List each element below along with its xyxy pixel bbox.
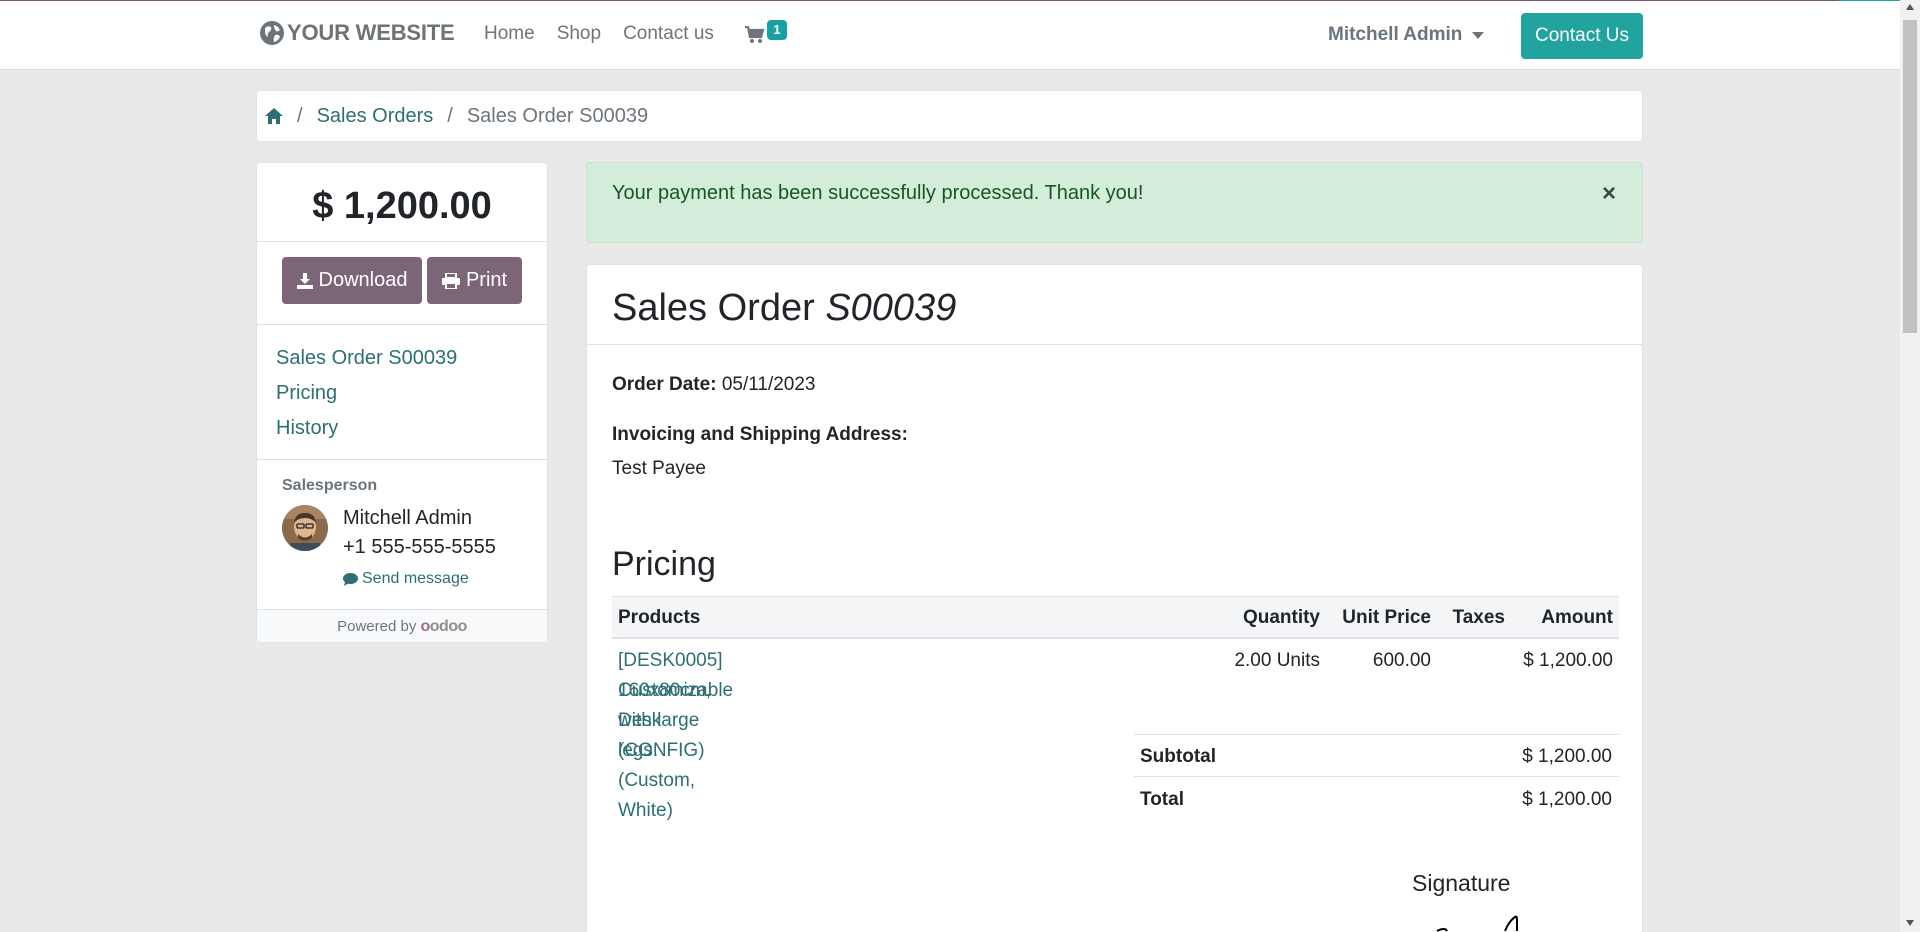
- top-navbar: YOUR WEBSITE Home Shop Contact us 1 Mitc…: [0, 1, 1900, 70]
- nav-shop[interactable]: Shop: [557, 23, 601, 45]
- breadcrumb-current: Sales Order S00039: [466, 104, 649, 127]
- salesperson-name: Mitchell Admin: [343, 507, 472, 529]
- pricing-heading: Pricing: [612, 545, 716, 583]
- odoo-brand-text: odoo: [429, 618, 468, 635]
- cart-link[interactable]: 1: [745, 20, 795, 50]
- col-amount: Amount: [1541, 607, 1613, 628]
- total-label: Total: [1140, 789, 1184, 810]
- alert-message: Your payment has been successfully proce…: [612, 182, 1144, 204]
- print-button[interactable]: Print: [427, 257, 522, 304]
- table-row: [DESK0005] Customizable Desk (CONFIG) (C…: [612, 639, 1619, 821]
- comment-icon: [343, 572, 358, 586]
- scroll-thumb[interactable]: [1903, 20, 1917, 333]
- download-icon: [296, 272, 313, 289]
- sidebar-nav-pricing[interactable]: Pricing: [276, 382, 337, 405]
- signature-image: [1436, 915, 1518, 932]
- caret-down-icon: [1472, 31, 1485, 39]
- nav-contact[interactable]: Contact us: [623, 23, 714, 45]
- globe-icon: [260, 21, 284, 45]
- salesperson-avatar: [282, 505, 328, 551]
- sales-order-card: Sales Order S00039 Order Date: 05/11/202…: [586, 264, 1643, 932]
- order-total-amount: $ 1,200.00: [312, 185, 492, 227]
- total-divider: [1134, 776, 1619, 777]
- send-message-label: Send message: [362, 570, 469, 587]
- salesperson-phone: +1 555-555-5555: [343, 536, 496, 558]
- powered-by-text: Powered by: [337, 618, 417, 635]
- page-scrollbar[interactable]: [1900, 0, 1920, 932]
- card-divider: [587, 344, 1642, 345]
- address-label: Invoicing and Shipping Address:: [612, 424, 908, 445]
- sidebar-divider: [257, 324, 547, 325]
- sidebar-divider: [257, 241, 547, 242]
- line-unit-price: 600.00: [1372, 650, 1431, 671]
- user-menu-toggle[interactable]: Mitchell Admin: [1328, 24, 1485, 46]
- line-quantity: 2.00 Units: [1234, 650, 1320, 671]
- scroll-down-arrow-icon[interactable]: [1906, 920, 1914, 926]
- col-products: Products: [618, 607, 701, 628]
- close-icon[interactable]: ×: [1602, 180, 1616, 208]
- order-sidebar: $ 1,200.00 Download Print Sales Order S0…: [256, 162, 548, 643]
- order-date: Order Date: 05/11/2023: [612, 374, 816, 396]
- nav-home[interactable]: Home: [484, 23, 535, 45]
- breadcrumb-sales-orders[interactable]: Sales Orders: [317, 105, 434, 128]
- sidebar-nav-sales-order[interactable]: Sales Order S00039: [276, 347, 457, 370]
- address-name: Test Payee: [612, 458, 706, 479]
- print-label: Print: [465, 269, 508, 291]
- salesperson-label: Salesperson: [282, 477, 378, 494]
- order-date-label: Order Date:: [612, 374, 717, 395]
- home-icon[interactable]: [265, 108, 283, 124]
- product-name-line2: 160x80cm, with large legs.: [618, 680, 711, 761]
- scroll-up-arrow-icon[interactable]: [1906, 4, 1914, 10]
- line-amount: $ 1,200.00: [1523, 650, 1613, 671]
- col-quantity: Quantity: [1242, 607, 1320, 628]
- powered-by-footer: Powered by oodoo: [257, 609, 547, 642]
- col-unit-price: Unit Price: [1342, 607, 1431, 628]
- order-number: S00039: [825, 287, 957, 329]
- sidebar-nav-history[interactable]: History: [276, 417, 338, 440]
- subtotal-label: Subtotal: [1140, 746, 1216, 767]
- download-button[interactable]: Download: [282, 257, 422, 304]
- main-nav: Home Shop Contact us: [484, 23, 736, 45]
- odoo-logo[interactable]: oodoo: [421, 618, 468, 635]
- signature-label: Signature: [1412, 870, 1511, 896]
- user-name: Mitchell Admin: [1328, 24, 1463, 45]
- site-logo[interactable]: YOUR WEBSITE: [259, 20, 455, 46]
- printer-icon: [441, 272, 460, 289]
- cart-icon: [745, 26, 765, 43]
- contact-us-button[interactable]: Contact Us: [1521, 13, 1643, 59]
- cart-count-badge: 1: [767, 20, 787, 40]
- subtotal-value: $ 1,200.00: [1522, 746, 1612, 767]
- title-prefix: Sales Order: [612, 287, 815, 329]
- sidebar-divider: [257, 459, 547, 460]
- pricing-table-header: Products Quantity Unit Price Taxes Amoun…: [612, 596, 1619, 639]
- order-date-value: 05/11/2023: [721, 374, 816, 395]
- page-title: Sales Order S00039: [612, 287, 956, 330]
- payment-success-alert: Your payment has been successfully proce…: [586, 162, 1643, 243]
- total-value: $ 1,200.00: [1522, 789, 1612, 810]
- col-taxes: Taxes: [1452, 607, 1505, 628]
- send-message-link[interactable]: Send message: [343, 570, 469, 588]
- site-name: YOUR WEBSITE: [287, 20, 455, 45]
- breadcrumb: / Sales Orders / Sales Order S00039: [256, 90, 1643, 142]
- subtotal-divider: [1134, 734, 1619, 735]
- download-label: Download: [318, 269, 408, 291]
